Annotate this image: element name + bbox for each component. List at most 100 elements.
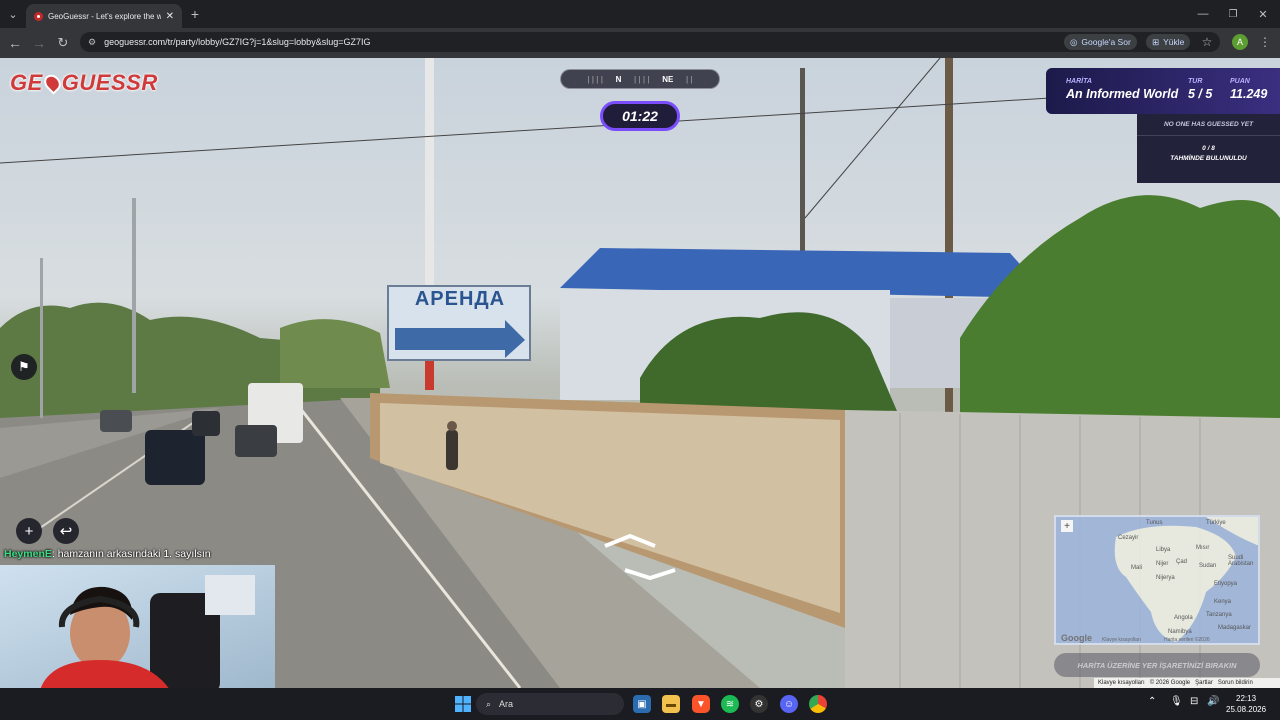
google-logo: Google bbox=[1061, 633, 1092, 643]
place-marker-button[interactable]: HARİTA ÜZERİNE YER İŞARETİNİZİ BIRAKIN bbox=[1054, 653, 1260, 677]
guess-count: 0 / 8 bbox=[1202, 145, 1215, 152]
new-tab-button[interactable]: + bbox=[186, 5, 204, 23]
chat-message-text: : hamzanın arkasındaki 1. sayılsın bbox=[51, 548, 211, 560]
report-icon[interactable]: ⚑ bbox=[11, 354, 37, 380]
browser-tab[interactable]: GeoGuessr - Let's explore the w ✕ bbox=[26, 4, 182, 28]
lens-icon: ◎ bbox=[1070, 36, 1078, 47]
map-country-8: Nijer bbox=[1156, 561, 1169, 567]
minimize-icon[interactable]: — bbox=[1194, 5, 1212, 23]
install-icon: ⊞ bbox=[1152, 36, 1160, 47]
stream-chat-message: HeymenE: hamzanın arkasındaki 1. sayılsı… bbox=[4, 548, 211, 560]
install-label: Yükle bbox=[1163, 37, 1185, 47]
google-ask-button[interactable]: ◎ Google'a Sor bbox=[1064, 34, 1137, 50]
menu-icon[interactable]: ⋮ bbox=[1256, 33, 1274, 51]
forward-icon[interactable]: → bbox=[30, 34, 48, 52]
zoom-in-button[interactable]: + bbox=[16, 518, 42, 544]
tab-title: GeoGuessr - Let's explore the w bbox=[48, 11, 161, 21]
tab-search-icon[interactable]: ⌄ bbox=[4, 5, 22, 23]
score-label: PUAN bbox=[1230, 78, 1250, 85]
map-country-1: Cezayir bbox=[1118, 535, 1139, 541]
microphone-icon[interactable]: 🎙 bbox=[1170, 696, 1183, 707]
map-name: An Informed World bbox=[1066, 87, 1179, 101]
footer-shortcuts[interactable]: Klavye kısayolları bbox=[1098, 680, 1145, 686]
map-zoom-in-icon[interactable]: + bbox=[1061, 520, 1073, 532]
map-keyboard-shortcuts[interactable]: Klavye kısayolları bbox=[1102, 637, 1141, 643]
bookmark-star-icon[interactable]: ☆ bbox=[1198, 33, 1216, 51]
webcam-image bbox=[40, 575, 255, 690]
spotify-icon[interactable]: ≋ bbox=[721, 695, 739, 713]
no-guess-text: NO ONE HAS GUESSED YET bbox=[1137, 114, 1280, 136]
search-icon: ⌕ bbox=[486, 698, 492, 709]
clock-time: 22:13 bbox=[1236, 694, 1257, 703]
address-bar[interactable]: ⚙ geoguessr.com/tr/party/lobby/GZ7IG?j=1… bbox=[80, 32, 1220, 52]
map-country-2: Libya bbox=[1156, 547, 1171, 553]
install-button[interactable]: ⊞ Yükle bbox=[1146, 34, 1191, 50]
billboard-text: АРЕНДА bbox=[414, 288, 506, 310]
geoguessr-favicon-icon bbox=[34, 11, 43, 21]
round-label: TUR bbox=[1188, 78, 1203, 85]
google-ask-label: Google'a Sor bbox=[1081, 37, 1131, 47]
map-footer: Klavye kısayolları © 2026 Google Şartlar… bbox=[1094, 678, 1280, 688]
map-country-11: Nijerya bbox=[1156, 575, 1175, 581]
close-window-icon[interactable]: ✕ bbox=[1254, 5, 1272, 23]
network-icon[interactable]: ⊟ bbox=[1190, 696, 1198, 707]
map-country-17: Madagaskar bbox=[1218, 625, 1252, 631]
round-timer: 01:22 bbox=[600, 101, 680, 131]
map-country-3: Mısır bbox=[1196, 545, 1210, 551]
map-country-15: Angola bbox=[1174, 615, 1193, 621]
map-data-credit: Harita verileri ©2026 bbox=[1164, 637, 1210, 643]
clock-date: 25.08.2026 bbox=[1226, 705, 1267, 714]
score-info: PUAN 11.249 bbox=[1230, 78, 1267, 101]
browser-tab-bar: ⌄ GeoGuessr - Let's explore the w ✕ + — … bbox=[0, 0, 1280, 28]
footer-report[interactable]: Sorun bildirin bbox=[1218, 680, 1253, 686]
file-explorer-icon[interactable]: ▬ bbox=[662, 695, 680, 713]
profile-avatar[interactable]: A bbox=[1232, 34, 1248, 50]
system-clock[interactable]: 22:13 25.08.2026 bbox=[1226, 693, 1266, 715]
map-label: HARİTA bbox=[1066, 78, 1092, 85]
discord-icon[interactable]: ☺ bbox=[780, 695, 798, 713]
map-country-13: Kenya bbox=[1214, 599, 1232, 605]
webcam-overlay bbox=[0, 565, 275, 690]
footer-copyright: © 2026 Google bbox=[1149, 680, 1191, 686]
taskbar-search[interactable]: ⌕ Ara bbox=[476, 693, 624, 715]
compass-north: N bbox=[615, 74, 622, 84]
compass-ticks-right: | | bbox=[685, 74, 693, 84]
map-country-9: Çad bbox=[1176, 559, 1188, 565]
task-view-icon[interactable]: ▣ bbox=[633, 695, 651, 713]
volume-icon[interactable]: 🔊 bbox=[1207, 696, 1219, 707]
map-country-12: Etiyopya bbox=[1214, 581, 1238, 587]
logo-text-right: GUESSR bbox=[61, 70, 158, 95]
undo-move-button[interactable]: ↩ bbox=[53, 518, 79, 544]
map-country-7: Mali bbox=[1131, 565, 1143, 571]
compass: | | | | N | | | | NE | | bbox=[560, 69, 720, 89]
site-info-icon[interactable]: ⚙ bbox=[88, 37, 96, 48]
chrome-icon[interactable] bbox=[809, 695, 827, 713]
url-text[interactable]: geoguessr.com/tr/party/lobby/GZ7IG?j=1&s… bbox=[104, 37, 1212, 47]
logo-text-left: GE bbox=[10, 70, 43, 95]
guess-count-label: TAHMİNDE BULUNULDU bbox=[1170, 155, 1247, 162]
tray-chevron-icon[interactable]: ⌃ bbox=[1148, 696, 1156, 707]
brave-browser-icon[interactable]: ▼ bbox=[692, 695, 710, 713]
round-value: 5 / 5 bbox=[1188, 87, 1213, 101]
windows-start-icon[interactable] bbox=[455, 696, 471, 712]
back-icon[interactable]: ← bbox=[6, 34, 24, 52]
reload-icon[interactable]: ↻ bbox=[54, 34, 72, 52]
map-country-10: Sudan bbox=[1199, 563, 1217, 569]
search-label: Ara bbox=[499, 699, 514, 709]
restore-icon[interactable]: ❐ bbox=[1224, 5, 1242, 23]
map-country-16: Namibya bbox=[1168, 629, 1192, 635]
map-info: HARİTA An Informed World bbox=[1066, 78, 1178, 101]
steam-icon[interactable]: ⚙ bbox=[750, 695, 768, 713]
map-country-4: Türkiye bbox=[1206, 520, 1226, 526]
score-value: 11.249 bbox=[1230, 87, 1268, 101]
geoguessr-logo[interactable]: GE GUESSR bbox=[10, 70, 158, 96]
round-info: TUR 5 / 5 bbox=[1188, 78, 1212, 101]
tab-close-icon[interactable]: ✕ bbox=[166, 11, 174, 22]
map-country-5: Tunus bbox=[1146, 520, 1163, 526]
compass-ticks-left: | | | | bbox=[587, 74, 603, 84]
chat-username: HeymenE bbox=[4, 548, 52, 560]
guess-minimap[interactable]: Cezayir Libya Mısır Türkiye Tunus Suudi … bbox=[1054, 515, 1260, 645]
footer-terms[interactable]: Şartlar bbox=[1195, 680, 1213, 686]
compass-northeast: NE bbox=[662, 74, 674, 84]
map-country-14: Tanzanya bbox=[1206, 612, 1232, 618]
